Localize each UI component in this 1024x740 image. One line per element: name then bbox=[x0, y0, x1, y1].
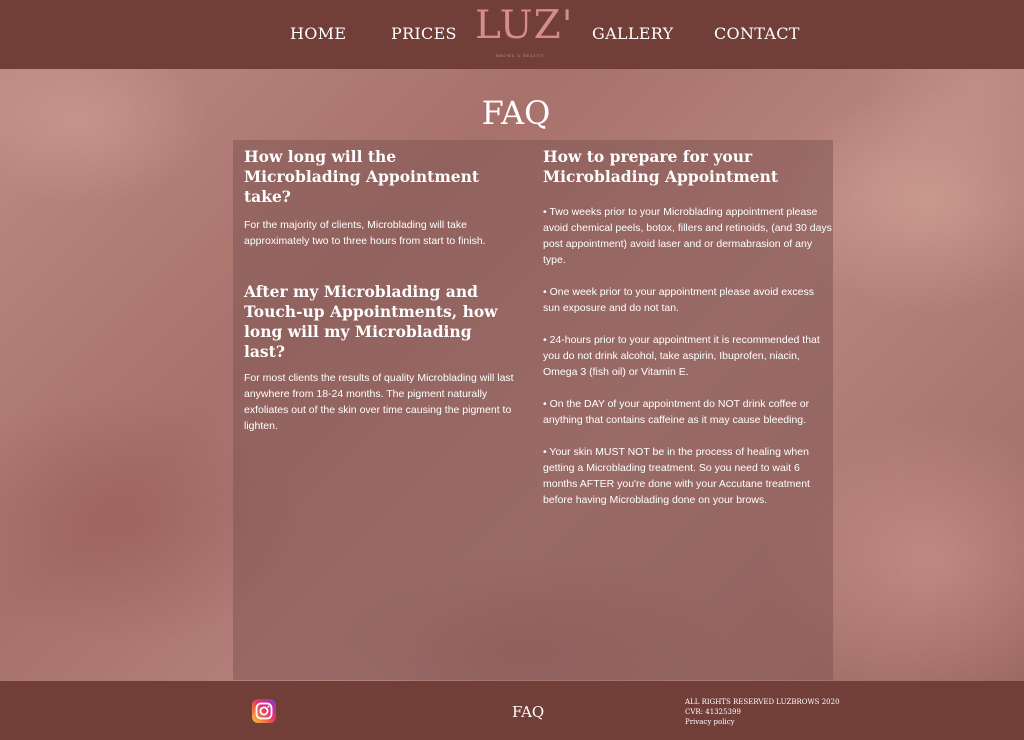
instagram-icon[interactable] bbox=[252, 699, 276, 723]
preparation-tip: • Two weeks prior to your Microblading a… bbox=[543, 206, 832, 266]
nav-prices[interactable]: PRICES bbox=[391, 24, 457, 43]
nav-contact[interactable]: CONTACT bbox=[714, 24, 800, 43]
footer-faq-link[interactable]: FAQ bbox=[512, 703, 544, 721]
nav-gallery[interactable]: GALLERY bbox=[592, 24, 673, 43]
legal-info: ALL RIGHTS RESERVED LUZBROWS 2020 CVR: 4… bbox=[685, 697, 885, 727]
preparation-tip: • Your skin MUST NOT be in the process o… bbox=[543, 446, 810, 506]
cvr-number: CVR: 41325399 bbox=[685, 708, 741, 716]
preparation-tips: • Two weeks prior to your Microblading a… bbox=[543, 204, 833, 508]
preparation-tip: • 24-hours prior to your appointment it … bbox=[543, 334, 820, 378]
faq-question-preparation: How to prepare for your Microblading App… bbox=[543, 147, 779, 186]
privacy-policy-link[interactable]: Privacy policy bbox=[685, 717, 885, 727]
faq-right-column: How to prepare for your Microblading App… bbox=[543, 147, 833, 524]
faq-left-column: How long will the Microblading Appointme… bbox=[244, 147, 516, 434]
copyright-text: ALL RIGHTS RESERVED LUZBROWS 2020 bbox=[685, 698, 840, 706]
preparation-tip: • On the DAY of your appointment do NOT … bbox=[543, 398, 810, 426]
logo-tagline: BROWS & BEAUTY bbox=[495, 53, 544, 58]
logo[interactable]: LUZ' BROWS & BEAUTY bbox=[475, 3, 574, 59]
faq-question-duration: How long will the Microblading Appointme… bbox=[244, 147, 480, 206]
logo-text: LUZ' bbox=[475, 3, 574, 48]
nav-home[interactable]: HOME bbox=[290, 24, 346, 43]
faq-answer-longevity: For most clients the results of quality … bbox=[244, 372, 514, 432]
site-footer: FAQ ALL RIGHTS RESERVED LUZBROWS 2020 CV… bbox=[0, 681, 1024, 740]
site-header: HOME PRICES LUZ' BROWS & BEAUTY GALLERY … bbox=[0, 0, 1024, 69]
preparation-tip: • One week prior to your appointment ple… bbox=[543, 286, 814, 314]
faq-question-longevity: After my Microblading and Touch-up Appoi… bbox=[244, 282, 498, 361]
page-title: FAQ bbox=[481, 94, 551, 132]
faq-answer-duration: For the majority of clients, Microbladin… bbox=[244, 219, 486, 247]
